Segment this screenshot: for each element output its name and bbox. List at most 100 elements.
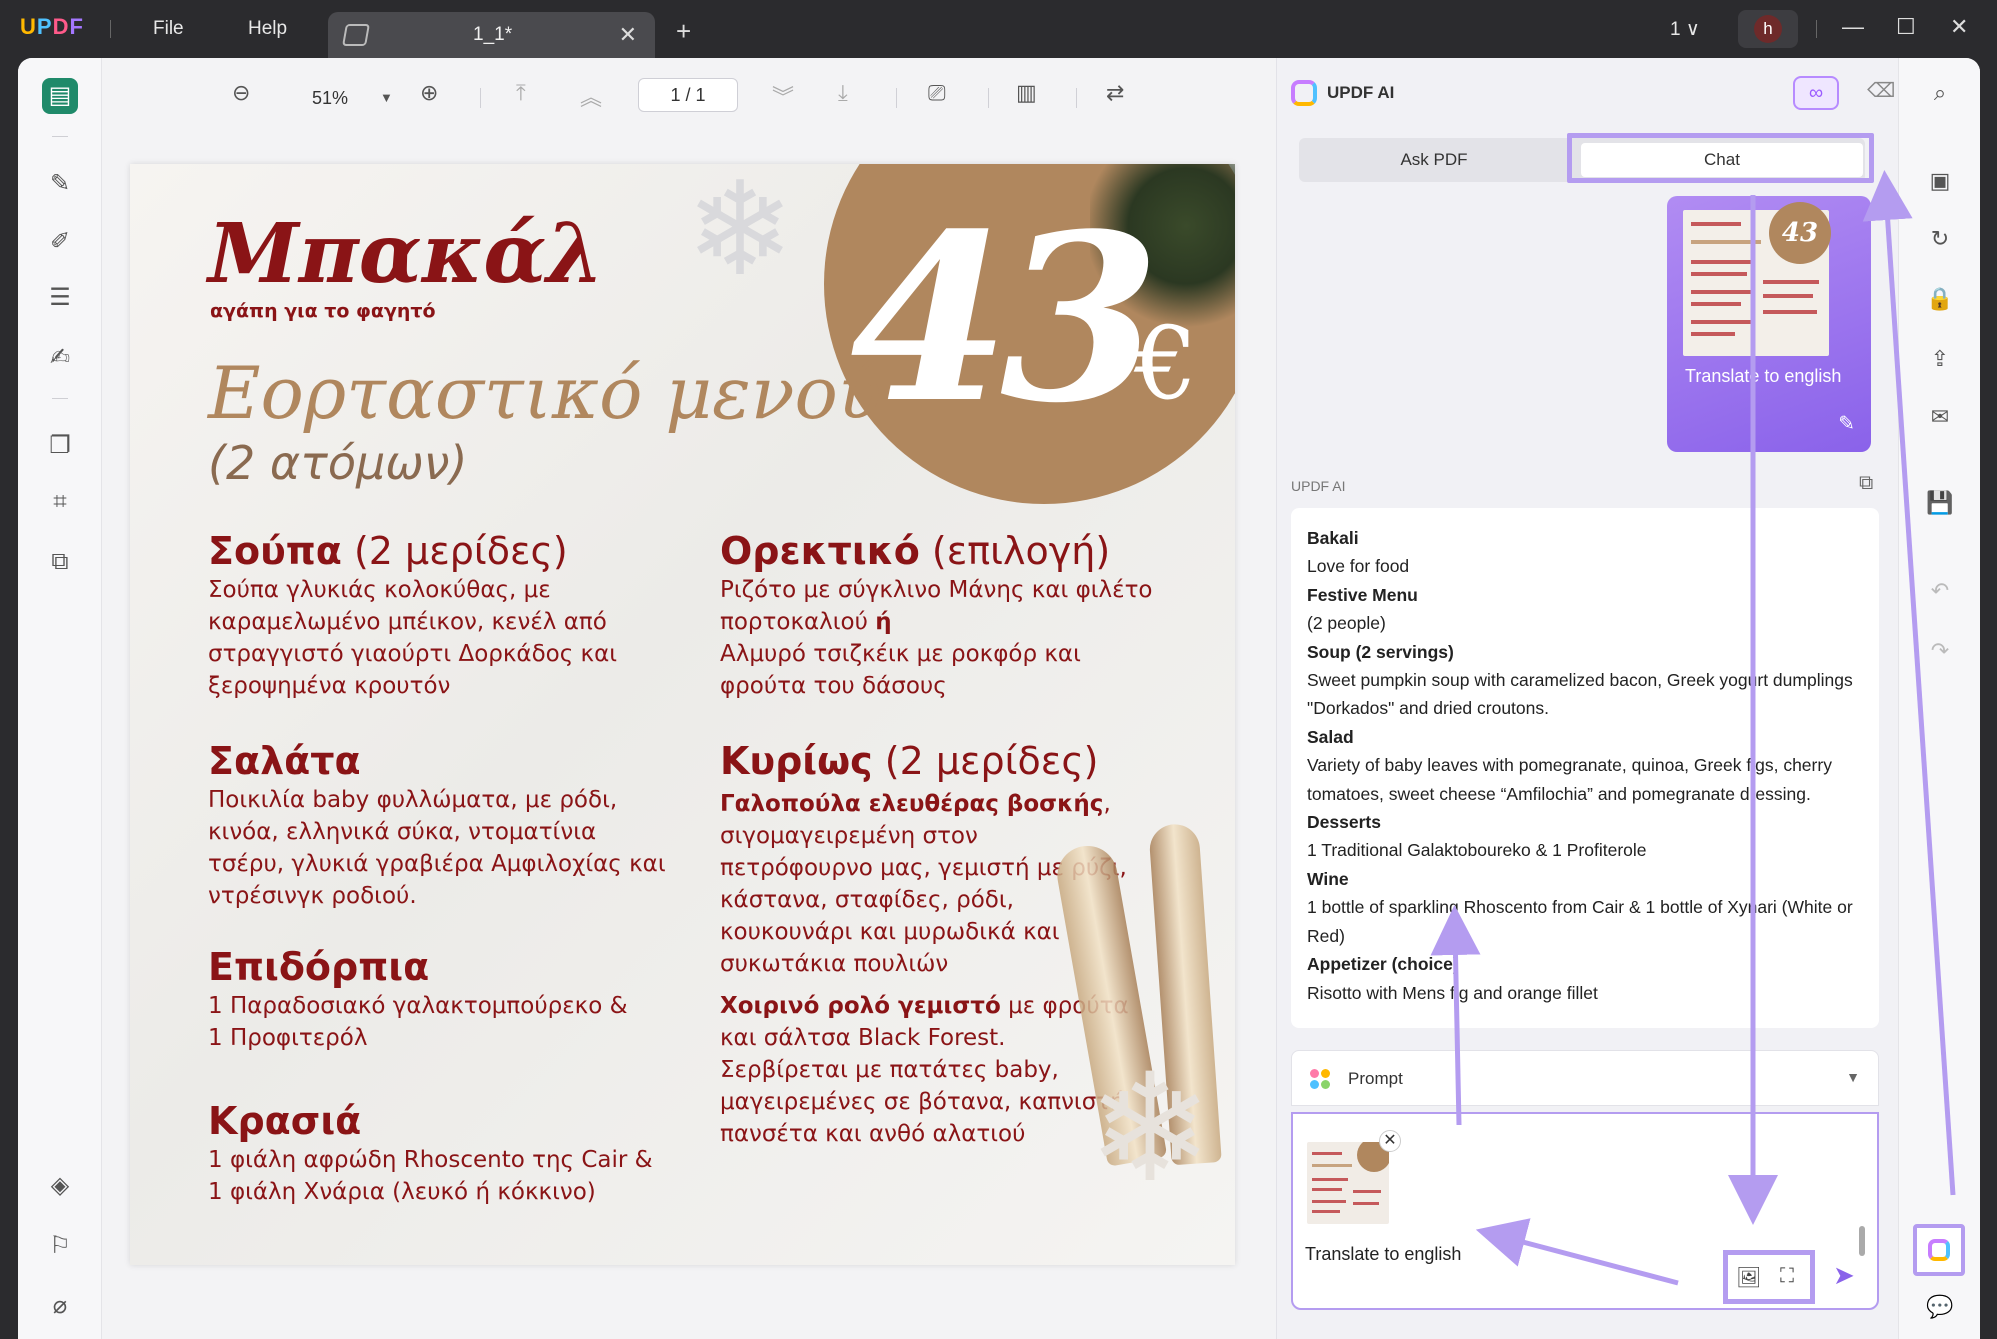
toolbar-divider <box>988 88 989 108</box>
answer-text: Variety of baby leaves with pomegranate,… <box>1307 755 1832 804</box>
layers-icon[interactable]: ◈ <box>42 1168 78 1204</box>
email-icon[interactable]: ✉ <box>1925 402 1955 432</box>
zoom-value[interactable]: 51% <box>312 88 348 109</box>
zoom-out-icon[interactable]: ⊖ <box>232 80 250 106</box>
response-label: UPDF AI <box>1291 478 1346 494</box>
answer-text: (2 people) <box>1307 613 1386 634</box>
new-tab-button[interactable]: + <box>676 16 691 47</box>
document-tab[interactable]: 1_1* ✕ <box>328 12 655 58</box>
page-number-field[interactable]: 1 / 1 <box>638 78 738 112</box>
chat-tab-highlight <box>1567 133 1874 183</box>
left-sidebar: ▤ ✎ ✐ ☰ ✍ ❐ ⌗ ⧉ ◈ ⚐ ⌀ <box>18 58 102 1339</box>
redo-icon[interactable]: ↷ <box>1925 636 1955 666</box>
answer-heading: Salad <box>1307 726 1354 747</box>
edit-message-icon[interactable]: ✎ <box>1838 411 1855 436</box>
prev-page-icon[interactable]: ︽ <box>580 80 602 112</box>
presentation-icon[interactable]: ⎚ <box>928 80 946 106</box>
remove-attachment-button[interactable]: ✕ <box>1379 1130 1401 1152</box>
answer-text: Love for food <box>1307 556 1410 577</box>
toolbar-divider <box>1076 88 1077 108</box>
clear-chat-icon[interactable]: ⌫ <box>1867 78 1895 103</box>
updf-ai-toggle-button[interactable] <box>1913 1224 1965 1276</box>
chat-input-box[interactable]: ✕ Translate to english 🖼 ⛶ ➤ <box>1291 1112 1879 1310</box>
comments-icon[interactable]: 💬 <box>1925 1292 1955 1322</box>
menu-file[interactable]: File <box>153 18 184 40</box>
updf-logo: UPDF <box>20 14 84 39</box>
translate-icon[interactable]: ⇄ <box>1106 80 1124 106</box>
bookmark-icon[interactable]: ⚐ <box>42 1228 78 1264</box>
document-canvas[interactable]: ❄ 43 € Μπακάλ αγάπη για το φαγητό Εορτασ… <box>102 138 1270 1339</box>
ai-panel: UPDF AI ∞ ⌫ Ask PDF Chat 43 Translate to… <box>1276 58 1898 1339</box>
tab-close-button[interactable]: ✕ <box>619 22 637 48</box>
insert-image-icon[interactable]: 🖼 <box>1736 1265 1761 1290</box>
chat-input-text[interactable]: Translate to english <box>1305 1244 1461 1265</box>
convert-icon[interactable]: ↻ <box>1925 224 1955 254</box>
pages-tool-icon[interactable]: ❐ <box>42 428 78 464</box>
attachment-buttons-group: 🖼 ⛶ <box>1723 1250 1815 1304</box>
wine-section: Κρασιά 1 φιάλη αφρώδη Rhoscento της Cair… <box>208 1099 653 1205</box>
organize-pages-icon[interactable]: ☰ <box>42 280 78 316</box>
avatar-letter: h <box>1754 15 1782 43</box>
avatar[interactable]: h <box>1738 10 1798 48</box>
maximize-button[interactable]: ☐ <box>1896 14 1916 40</box>
brand-tagline: αγάπη για το φαγητό <box>210 300 436 322</box>
unlimited-plan-icon[interactable]: ∞ <box>1793 76 1839 110</box>
ai-panel-title: UPDF AI <box>1327 83 1395 102</box>
protect-icon[interactable]: 🔒 <box>1925 284 1955 314</box>
crop-tool-icon[interactable]: ⌗ <box>42 484 78 520</box>
brand-logo: Μπακάλ <box>208 206 604 302</box>
toolbar-divider <box>480 88 481 108</box>
send-button[interactable]: ➤ <box>1833 1260 1855 1291</box>
soup-section: Σούπα (2 μερίδες) Σούπα γλυκιάς κολοκύθα… <box>208 529 618 699</box>
prompt-icon <box>1310 1069 1330 1089</box>
menu-subtitle: (2 ατόμων) <box>208 436 468 490</box>
tab-ask-pdf[interactable]: Ask PDF <box>1299 138 1569 182</box>
updf-ai-logo-icon <box>1291 80 1317 106</box>
price-number: 43 <box>850 184 1160 454</box>
answer-text: 1 bottle of sparkling Rhoscento from Cai… <box>1307 897 1853 946</box>
input-scrollbar[interactable] <box>1859 1226 1865 1256</box>
answer-heading: Appetizer (choice) <box>1307 954 1459 975</box>
updf-ai-icon <box>1928 1239 1950 1261</box>
user-message-text: Translate to english <box>1685 366 1842 386</box>
answer-heading: Wine <box>1307 868 1349 889</box>
window-selector[interactable]: 1 ∨ <box>1670 18 1700 41</box>
attachment-icon[interactable]: ⌀ <box>42 1288 78 1324</box>
snowflake-icon: ❄ <box>1087 1042 1213 1216</box>
answer-text: Risotto with Mens fig and orange fillet <box>1307 982 1598 1003</box>
user-message-card: 43 Translate to english ✎ <box>1667 196 1871 452</box>
minimize-button[interactable]: — <box>1842 14 1864 40</box>
last-page-icon[interactable]: ⤓ <box>838 80 848 106</box>
menu-help[interactable]: Help <box>248 18 287 40</box>
compare-tool-icon[interactable]: ⧉ <box>42 544 78 580</box>
zoom-dropdown-icon[interactable]: ▼ <box>380 90 393 105</box>
title-separator <box>110 20 111 38</box>
save-icon[interactable]: 💾 <box>1925 488 1955 518</box>
search-icon[interactable]: ⌕ <box>1925 78 1955 108</box>
next-page-icon[interactable]: ︾ <box>772 80 794 112</box>
answer-heading: Soup (2 servings) <box>1307 641 1454 662</box>
comment-tool-icon[interactable]: ✎ <box>42 166 78 202</box>
menu-title: Εορταστικό μενού <box>208 351 882 435</box>
share-icon[interactable]: ⇪ <box>1925 344 1955 374</box>
answer-heading: Desserts <box>1307 812 1381 833</box>
sidebar-divider <box>52 136 68 137</box>
ocr-icon[interactable]: ▣ <box>1925 166 1955 196</box>
toolbar-divider <box>896 88 897 108</box>
prompt-label: Prompt <box>1348 1069 1403 1088</box>
answer-text: Sweet pumpkin soup with caramelized baco… <box>1307 670 1853 719</box>
salad-section: Σαλάτα Ποικιλία baby φυλλώματα, με ρόδι,… <box>208 739 666 909</box>
prompt-selector[interactable]: Prompt ▼ <box>1291 1050 1879 1106</box>
first-page-icon[interactable]: ⤒ <box>516 80 526 106</box>
page-layout-icon[interactable]: ▥ <box>1016 80 1037 106</box>
screenshot-icon[interactable]: ⛶ <box>1780 1265 1794 1288</box>
close-window-button[interactable]: ✕ <box>1950 14 1968 40</box>
reader-mode-icon[interactable]: ▤ <box>42 78 78 114</box>
share-response-icon[interactable]: ⧉ <box>1859 472 1873 495</box>
chevron-down-icon[interactable]: ▼ <box>1846 1069 1860 1085</box>
edit-pdf-icon[interactable]: ✐ <box>42 224 78 260</box>
zoom-in-icon[interactable]: ⊕ <box>420 80 438 106</box>
tab-title: 1_1* <box>473 24 513 45</box>
form-tool-icon[interactable]: ✍ <box>42 340 78 376</box>
undo-icon[interactable]: ↶ <box>1925 576 1955 606</box>
